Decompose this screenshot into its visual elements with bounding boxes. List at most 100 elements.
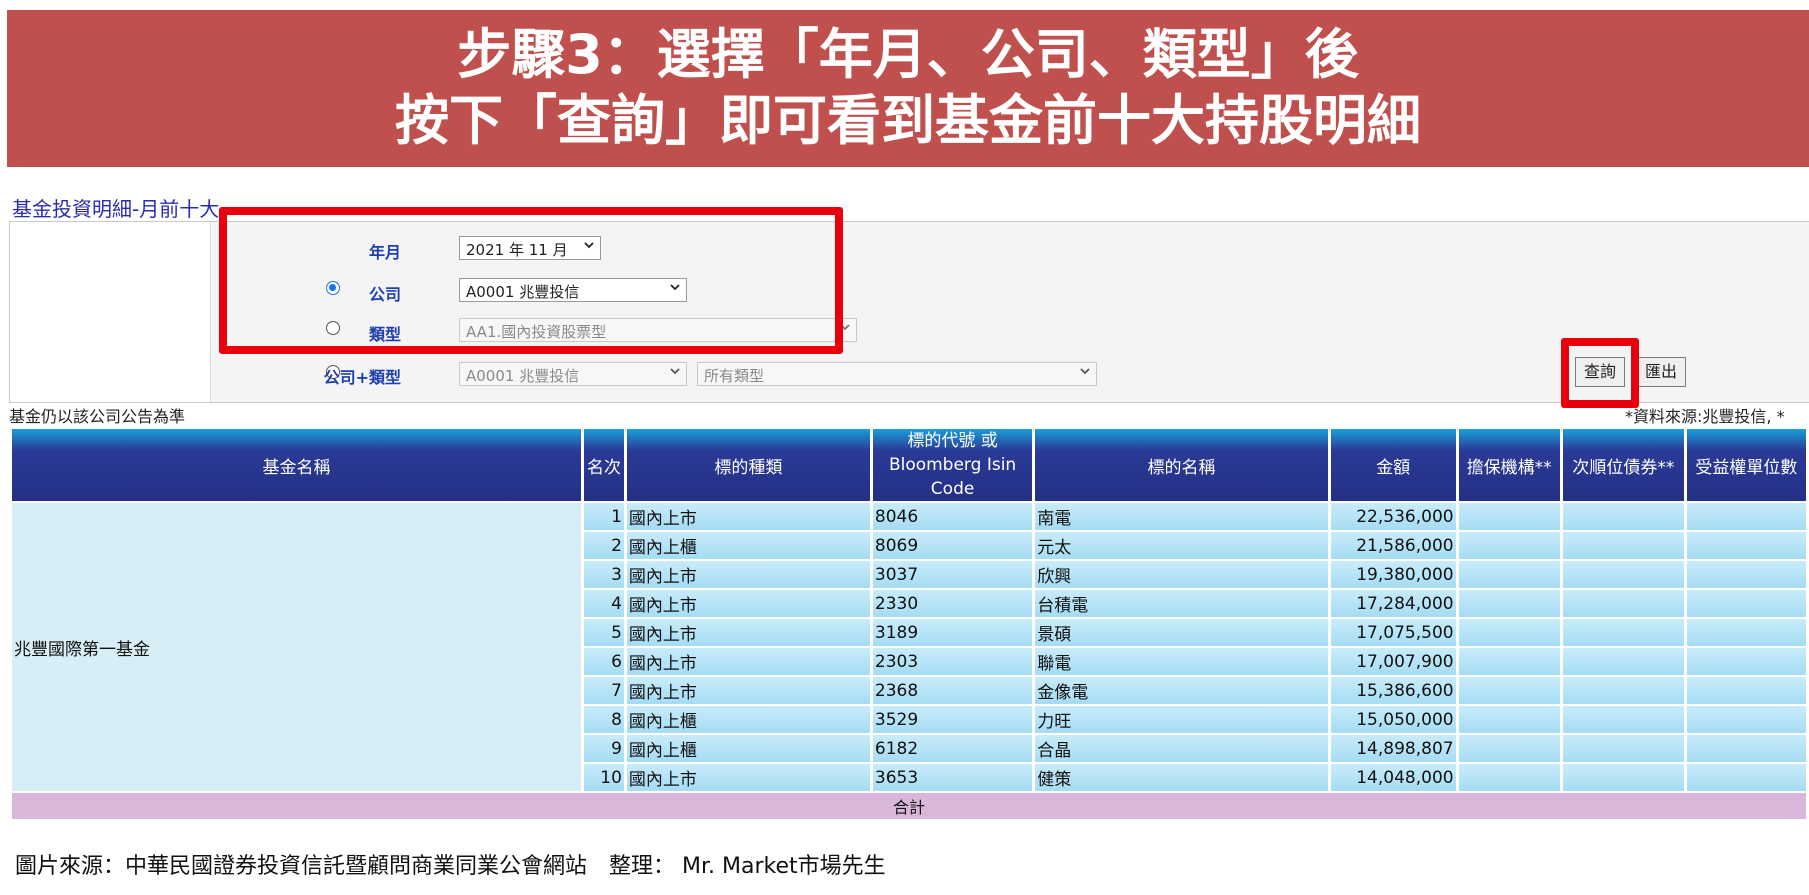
company-type-company-value: A0001 兆豐投信 <box>466 367 580 385</box>
units-cell <box>1686 590 1806 617</box>
chevron-down-icon <box>670 368 680 375</box>
amount-cell: 17,007,900 <box>1330 648 1456 675</box>
total-row: 合計 <box>12 793 1806 819</box>
banner-line-2: 按下「查詢」即可看到基金前十大持股明細 <box>395 89 1421 152</box>
guarantor-cell <box>1458 677 1560 704</box>
subordinated-cell <box>1562 590 1684 617</box>
disclaimer-note: 基金仍以該公司公告為準 <box>9 407 186 426</box>
kind-cell: 國內上市 <box>626 503 870 530</box>
units-cell <box>1686 677 1806 704</box>
units-cell <box>1686 735 1806 762</box>
target-name-cell: 欣興 <box>1035 561 1328 588</box>
rank-cell: 9 <box>584 735 624 762</box>
target-name-cell: 金像電 <box>1035 677 1328 704</box>
units-cell <box>1686 561 1806 588</box>
units-cell <box>1686 706 1806 733</box>
code-cell: 2303 <box>872 648 1033 675</box>
code-cell: 3037 <box>872 561 1033 588</box>
units-cell <box>1686 532 1806 559</box>
company-type-type-select[interactable]: 所有類型 <box>697 362 1097 386</box>
col-amount: 金額 <box>1330 429 1456 501</box>
rank-cell: 10 <box>584 764 624 791</box>
col-subordinated: 次順位債券** <box>1562 429 1684 501</box>
col-units: 受益權單位數 <box>1686 429 1806 501</box>
code-cell: 6182 <box>872 735 1033 762</box>
col-fund-name: 基金名稱 <box>12 429 582 501</box>
rank-cell: 8 <box>584 706 624 733</box>
guarantor-cell <box>1458 503 1560 530</box>
rank-cell: 6 <box>584 648 624 675</box>
amount-cell: 17,284,000 <box>1330 590 1456 617</box>
units-cell <box>1686 648 1806 675</box>
company-type-type-value: 所有類型 <box>704 367 765 385</box>
chevron-down-icon <box>1080 368 1090 375</box>
code-cell: 2368 <box>872 677 1033 704</box>
company-type-label: 公司+類型 <box>323 368 401 387</box>
kind-cell: 國內上市 <box>626 648 870 675</box>
rank-cell: 7 <box>584 677 624 704</box>
banner-line-1: 步驟3：選擇「年月、公司、類型」後 <box>457 23 1359 86</box>
page-heading: 基金投資明細-月前十大 <box>12 197 220 221</box>
amount-cell: 15,050,000 <box>1330 706 1456 733</box>
target-name-cell: 力旺 <box>1035 706 1328 733</box>
amount-cell: 21,586,000 <box>1330 532 1456 559</box>
amount-cell: 14,048,000 <box>1330 764 1456 791</box>
guarantor-cell <box>1458 590 1560 617</box>
code-cell: 3529 <box>872 706 1033 733</box>
units-cell <box>1686 764 1806 791</box>
col-kind: 標的種類 <box>626 429 870 501</box>
subordinated-cell <box>1562 619 1684 646</box>
guarantor-cell <box>1458 619 1560 646</box>
units-cell <box>1686 619 1806 646</box>
amount-cell: 14,898,807 <box>1330 735 1456 762</box>
export-button[interactable]: 匯出 <box>1636 357 1686 387</box>
kind-cell: 國內上市 <box>626 590 870 617</box>
col-code: 標的代號 或 Bloomberg Isin Code <box>872 429 1033 501</box>
rank-cell: 3 <box>584 561 624 588</box>
amount-cell: 15,386,600 <box>1330 677 1456 704</box>
subordinated-cell <box>1562 532 1684 559</box>
guarantor-cell <box>1458 532 1560 559</box>
selection-highlight-box <box>219 207 843 354</box>
kind-cell: 國內上櫃 <box>626 706 870 733</box>
guarantor-cell <box>1458 561 1560 588</box>
subordinated-cell <box>1562 735 1684 762</box>
col-target-name: 標的名稱 <box>1035 429 1328 501</box>
kind-cell: 國內上櫃 <box>626 735 870 762</box>
units-cell <box>1686 503 1806 530</box>
guarantor-cell <box>1458 706 1560 733</box>
code-cell: 3653 <box>872 764 1033 791</box>
target-name-cell: 健策 <box>1035 764 1328 791</box>
kind-cell: 國內上市 <box>626 764 870 791</box>
title-banner: 步驟3：選擇「年月、公司、類型」後 按下「查詢」即可看到基金前十大持股明細 <box>7 10 1809 167</box>
rank-cell: 2 <box>584 532 624 559</box>
company-type-company-select[interactable]: A0001 兆豐投信 <box>459 362 687 386</box>
guarantor-cell <box>1458 648 1560 675</box>
target-name-cell: 元太 <box>1035 532 1328 559</box>
kind-cell: 國內上市 <box>626 619 870 646</box>
amount-cell: 17,075,500 <box>1330 619 1456 646</box>
kind-cell: 國內上櫃 <box>626 532 870 559</box>
rank-cell: 4 <box>584 590 624 617</box>
kind-cell: 國內上市 <box>626 677 870 704</box>
holdings-table: 基金名稱 名次 標的種類 標的代號 或 Bloomberg Isin Code … <box>9 427 1809 821</box>
subordinated-cell <box>1562 764 1684 791</box>
kind-cell: 國內上市 <box>626 561 870 588</box>
data-source-note: *資料來源:兆豐投信, * <box>1625 407 1785 426</box>
subordinated-cell <box>1562 561 1684 588</box>
col-guarantor: 擔保機構** <box>1458 429 1560 501</box>
target-name-cell: 台積電 <box>1035 590 1328 617</box>
target-name-cell: 景碩 <box>1035 619 1328 646</box>
subordinated-cell <box>1562 503 1684 530</box>
amount-cell: 19,380,000 <box>1330 561 1456 588</box>
subordinated-cell <box>1562 706 1684 733</box>
target-name-cell: 合晶 <box>1035 735 1328 762</box>
amount-cell: 22,536,000 <box>1330 503 1456 530</box>
code-cell: 2330 <box>872 590 1033 617</box>
target-name-cell: 南電 <box>1035 503 1328 530</box>
rank-cell: 1 <box>584 503 624 530</box>
code-cell: 3189 <box>872 619 1033 646</box>
fund-name-cell: 兆豐國際第一基金 <box>12 503 582 791</box>
code-cell: 8069 <box>872 532 1033 559</box>
code-cell: 8046 <box>872 503 1033 530</box>
